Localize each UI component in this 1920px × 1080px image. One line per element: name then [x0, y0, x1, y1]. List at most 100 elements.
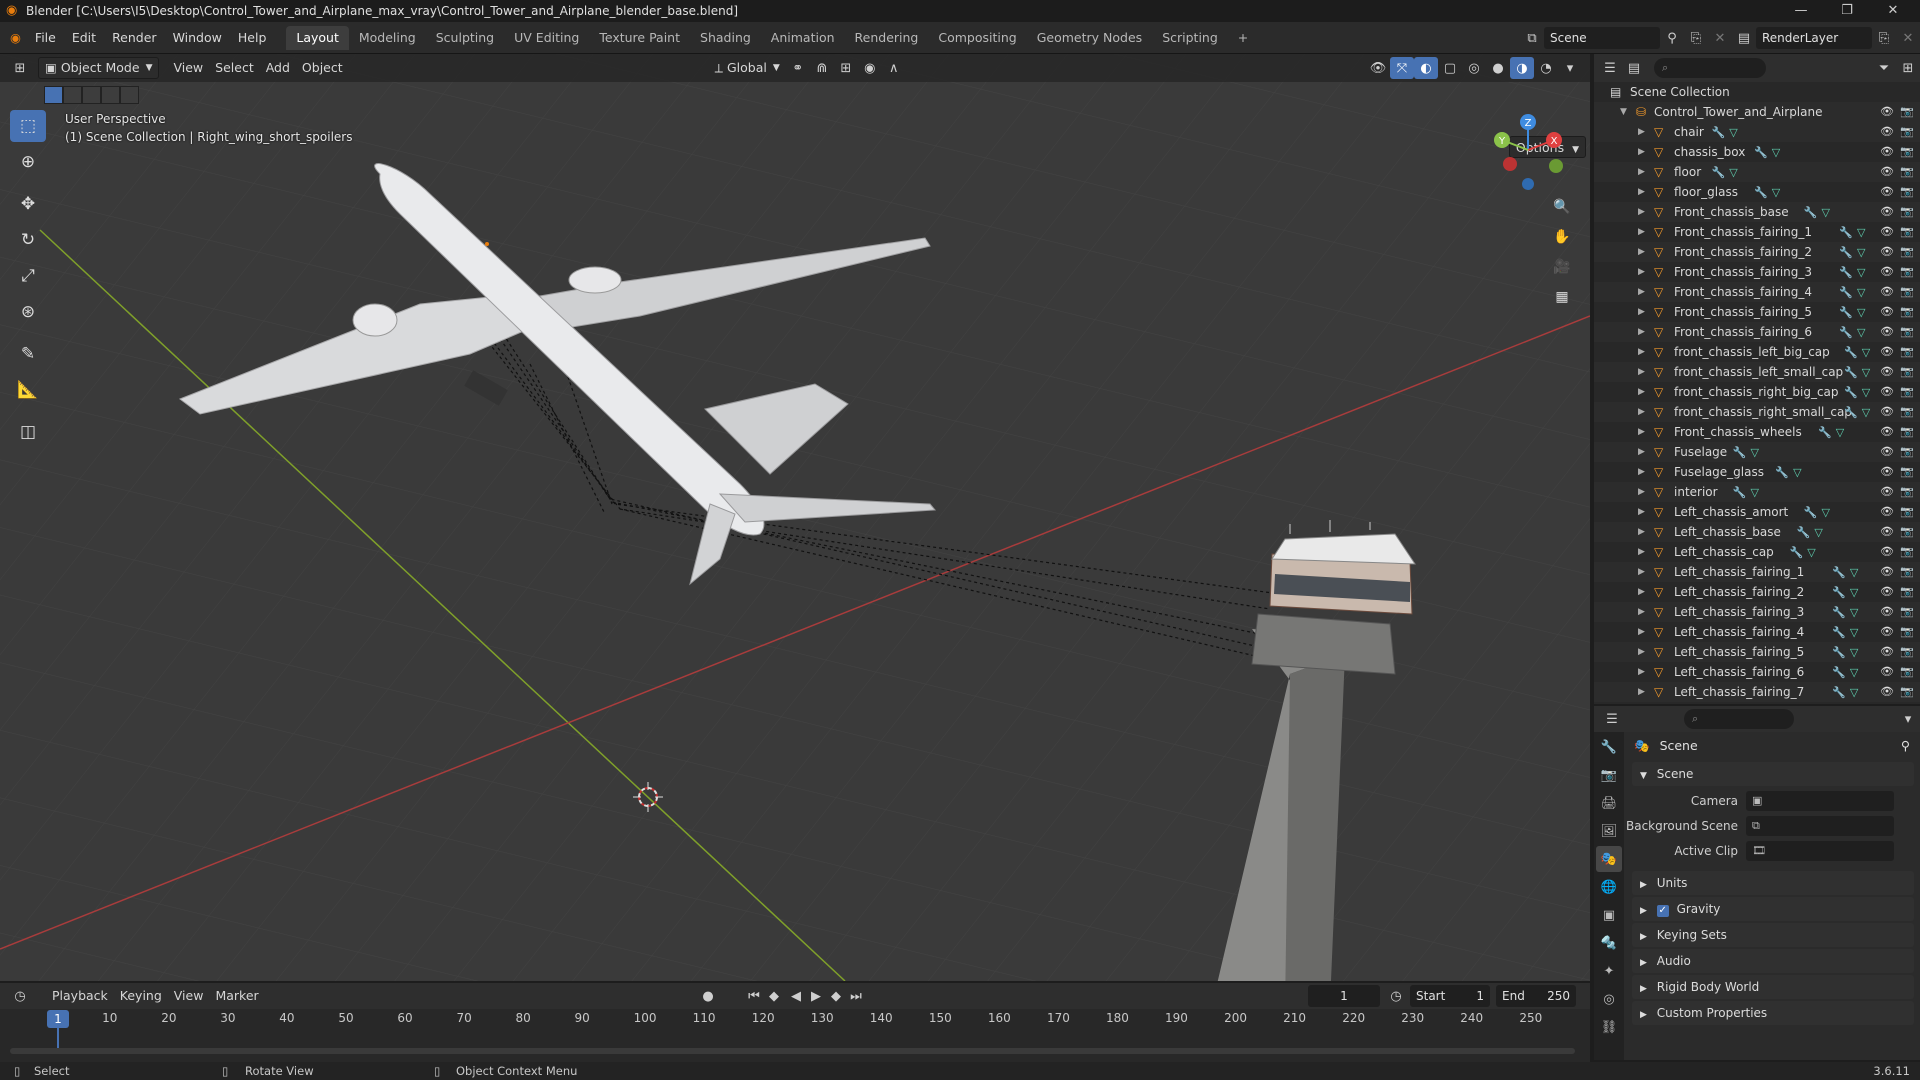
chevron-right-icon[interactable]: ▶ [1638, 522, 1645, 542]
object-tab-icon[interactable]: ▣ [1596, 902, 1622, 928]
chevron-right-icon[interactable]: ▶ [1638, 262, 1645, 282]
outliner-item-left-chassis-fairing-5[interactable]: ▶ ▽ Left_chassis_fairing_5 🔧 ▽ 👁 📷 [1594, 642, 1920, 662]
modifier-icon[interactable]: 🔧 [1832, 686, 1846, 699]
mesh-data-icon[interactable]: ▽ [1850, 566, 1858, 579]
mesh-data-icon[interactable]: ▽ [1850, 666, 1858, 679]
mesh-data-icon[interactable]: ▽ [1822, 506, 1830, 519]
object-mode-dropdown[interactable]: ▣ Object Mode ▼ [38, 57, 160, 79]
eye-icon[interactable]: 👁 [1880, 262, 1894, 282]
view-layer-icon[interactable]: ▤ [1732, 27, 1756, 49]
eye-icon[interactable]: 👁 [1880, 682, 1894, 702]
eye-icon[interactable]: 👁 [1880, 282, 1894, 302]
maximize-icon[interactable]: ❐ [1824, 0, 1870, 22]
eye-icon[interactable]: 👁 [1880, 582, 1894, 602]
render-tab-icon[interactable]: 📷 [1596, 762, 1622, 788]
view-layer-tab-icon[interactable]: 🖼 [1596, 818, 1622, 844]
properties-options-icon[interactable]: ▾ [1896, 708, 1920, 730]
modifier-icon[interactable]: 🔧 [1839, 226, 1853, 239]
display-mode-icon[interactable]: ▤ [1622, 57, 1646, 79]
mesh-data-icon[interactable]: ▽ [1729, 126, 1737, 139]
snap-target-icon[interactable]: ⊞ [834, 57, 858, 79]
xray-toggle-icon[interactable]: ▢ [1438, 57, 1462, 79]
modifier-icon[interactable]: 🔧 [1832, 626, 1846, 639]
menu-playback[interactable]: Playback [46, 985, 114, 1007]
eye-icon[interactable]: 👁 [1880, 562, 1894, 582]
mesh-data-icon[interactable]: ▽ [1850, 626, 1858, 639]
mesh-data-icon[interactable]: ▽ [1862, 366, 1870, 379]
particles-tab-icon[interactable]: ✦ [1596, 958, 1622, 984]
menu-edit[interactable]: Edit [64, 22, 104, 54]
playhead[interactable]: 1 [47, 1010, 69, 1028]
mesh-data-icon[interactable]: ▽ [1857, 266, 1865, 279]
render-camera-icon[interactable]: 📷 [1900, 162, 1914, 182]
outliner-item-front-chassis-wheels[interactable]: ▶ ▽ Front_chassis_wheels 🔧 ▽ 👁 📷 [1594, 422, 1920, 442]
chevron-right-icon[interactable]: ▶ [1638, 202, 1645, 222]
render-camera-icon[interactable]: 📷 [1900, 142, 1914, 162]
panel-audio[interactable]: ▶ Audio [1632, 949, 1914, 973]
menu-view[interactable]: View [167, 57, 209, 79]
eye-icon[interactable]: 👁 [1880, 382, 1894, 402]
modifier-tab-icon[interactable]: 🔩 [1596, 930, 1622, 956]
render-camera-icon[interactable]: 📷 [1900, 682, 1914, 702]
menu-keying[interactable]: Keying [114, 985, 168, 1007]
output-tab-icon[interactable]: 🖨 [1596, 790, 1622, 816]
mesh-data-icon[interactable]: ▽ [1857, 286, 1865, 299]
properties-search-input[interactable]: ⌕ [1684, 709, 1794, 729]
chevron-right-icon[interactable]: ▶ [1638, 482, 1645, 502]
modifier-icon[interactable]: 🔧 [1712, 126, 1726, 139]
pin-icon[interactable]: ⚲ [1660, 27, 1684, 49]
close-icon[interactable]: ✕ [1870, 0, 1916, 22]
outliner-item-chair[interactable]: ▶ ▽ chair 🔧 ▽ 👁 📷 [1594, 122, 1920, 142]
render-camera-icon[interactable]: 📷 [1900, 662, 1914, 682]
mesh-data-icon[interactable]: ▽ [1850, 686, 1858, 699]
modifier-icon[interactable]: 🔧 [1754, 146, 1768, 159]
snap-icon[interactable]: ⋒ [810, 57, 834, 79]
menu-select[interactable]: Select [209, 57, 260, 79]
render-camera-icon[interactable]: 📷 [1900, 542, 1914, 562]
select-intersect-icon[interactable] [120, 86, 139, 104]
mesh-data-icon[interactable]: ▽ [1857, 226, 1865, 239]
modifier-icon[interactable]: 🔧 [1790, 546, 1804, 559]
modifier-icon[interactable]: 🔧 [1832, 586, 1846, 599]
render-camera-icon[interactable]: 📷 [1900, 502, 1914, 522]
background-scene-field[interactable]: ⧉ [1746, 815, 1894, 836]
visibility-icon[interactable]: 👁 [1366, 57, 1390, 79]
outliner-item-left-chassis-fairing-1[interactable]: ▶ ▽ Left_chassis_fairing_1 🔧 ▽ 👁 📷 [1594, 562, 1920, 582]
outliner-item-fuselage[interactable]: ▶ ▽ Fuselage 🔧 ▽ 👁 📷 [1594, 442, 1920, 462]
constraints-tab-icon[interactable]: ⛓ [1596, 1014, 1622, 1040]
modifier-icon[interactable]: 🔧 [1844, 346, 1858, 359]
render-camera-icon[interactable]: 📷 [1900, 602, 1914, 622]
render-camera-icon[interactable]: 📷 [1900, 582, 1914, 602]
select-subtract-icon[interactable] [82, 86, 101, 104]
active-clip-field[interactable]: 🎞 [1746, 840, 1894, 861]
pan-hand-icon[interactable]: ✋ [1549, 224, 1575, 250]
outliner-item-front-chassis-left-big-cap[interactable]: ▶ ▽ front_chassis_left_big_cap 🔧 ▽ 👁 📷 [1594, 342, 1920, 362]
mesh-data-icon[interactable]: ▽ [1836, 426, 1844, 439]
tab-layout[interactable]: Layout [286, 25, 349, 50]
eye-icon[interactable]: 👁 [1880, 482, 1894, 502]
tab-geometry-nodes[interactable]: Geometry Nodes [1027, 26, 1152, 50]
outliner-item-left-chassis-fairing-7[interactable]: ▶ ▽ Left_chassis_fairing_7 🔧 ▽ 👁 📷 [1594, 682, 1920, 702]
mesh-data-icon[interactable]: ▽ [1814, 526, 1822, 539]
rotate-tool-icon[interactable]: ↻ [10, 224, 46, 256]
render-camera-icon[interactable]: 📷 [1900, 302, 1914, 322]
new-view-layer-icon[interactable]: ⎘ [1872, 27, 1896, 49]
mesh-data-icon[interactable]: ▽ [1857, 306, 1865, 319]
gravity-checkbox[interactable]: ✓ [1656, 905, 1669, 917]
chevron-right-icon[interactable]: ▶ [1638, 622, 1645, 642]
add-workspace-icon[interactable]: + [1228, 26, 1258, 50]
select-new-icon[interactable] [44, 86, 63, 104]
render-camera-icon[interactable]: 📷 [1900, 422, 1914, 442]
render-camera-icon[interactable]: 📷 [1900, 462, 1914, 482]
modifier-icon[interactable]: 🔧 [1832, 666, 1846, 679]
eye-icon[interactable]: 👁 [1880, 622, 1894, 642]
transform-orientation-dropdown[interactable]: ⟂ Global ▼ [709, 57, 786, 79]
modifier-icon[interactable]: 🔧 [1839, 266, 1853, 279]
eye-icon[interactable]: 👁 [1880, 222, 1894, 242]
outliner-item-fuselage-glass[interactable]: ▶ ▽ Fuselage_glass 🔧 ▽ 👁 📷 [1594, 462, 1920, 482]
world-tab-icon[interactable]: 🌐 [1596, 874, 1622, 900]
eye-icon[interactable]: 👁 [1880, 322, 1894, 342]
mesh-data-icon[interactable]: ▽ [1793, 466, 1801, 479]
pivot-icon[interactable]: ⚭ [786, 57, 810, 79]
delete-scene-icon[interactable]: ✕ [1708, 27, 1732, 49]
